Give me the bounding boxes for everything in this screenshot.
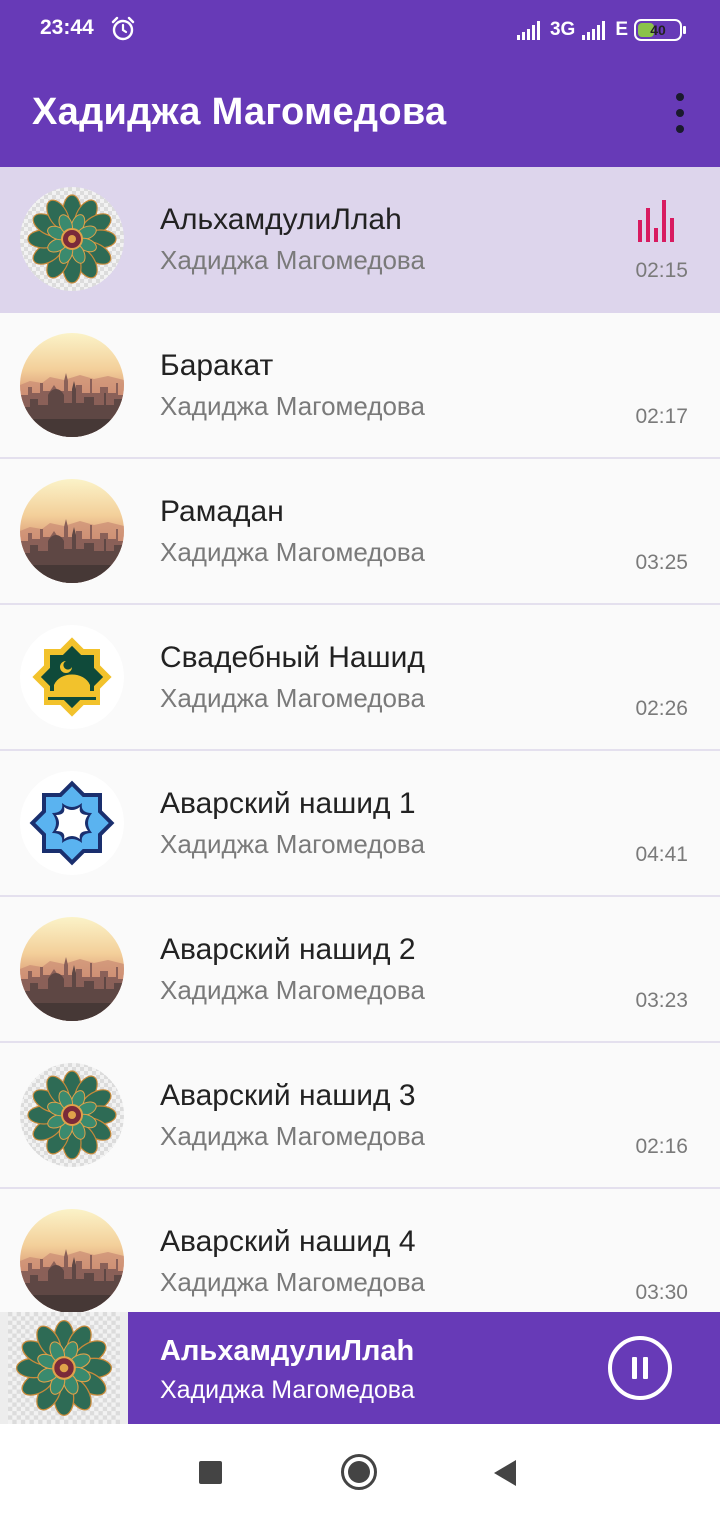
track-duration: 02:26 [635, 697, 688, 720]
track-title: Баракат [160, 349, 274, 382]
track-title: Аварский нашид 3 [160, 1079, 416, 1112]
alarm-icon [111, 16, 135, 41]
track-artwork [20, 625, 124, 729]
track-row[interactable]: Аварский нашид 4 Хадиджа Магомедова 03:30 [0, 1189, 720, 1312]
track-row[interactable]: Аварский нашид 2 Хадиджа Магомедова 03:23 [0, 897, 720, 1043]
top-bar-region: 23:44 3G E 40 Хадиджа Магомедова [0, 0, 720, 167]
pause-button[interactable] [608, 1336, 672, 1400]
system-navigation-bar [0, 1424, 720, 1520]
track-artist: Хадиджа Магомедова [160, 537, 425, 567]
track-row[interactable]: Рамадан Хадиджа Магомедова 03:25 [0, 459, 720, 605]
track-row[interactable]: Аварский нашид 1 Хадиджа Магомедова 04:41 [0, 751, 720, 897]
track-artwork [20, 333, 124, 437]
mini-player-artwork[interactable] [0, 1312, 128, 1424]
track-artwork [20, 187, 124, 291]
back-icon[interactable] [494, 1460, 516, 1486]
track-list[interactable]: АльхамдулиЛлаh Хадиджа Магомедова 02:15 Бар… [0, 167, 720, 1312]
status-time: 23:44 [40, 16, 94, 39]
track-artist: Хадиджа Магомедова [160, 829, 425, 859]
battery-icon: 40 [634, 19, 686, 41]
track-artwork [20, 479, 124, 583]
track-artist: Хадиджа Магомедова [160, 1121, 425, 1151]
recents-icon[interactable] [199, 1461, 222, 1484]
track-duration: 02:17 [635, 405, 688, 428]
track-row[interactable]: Аварский нашид 3 Хадиджа Магомедова 02:16 [0, 1043, 720, 1189]
network-type-label: E [615, 19, 628, 40]
track-artwork [20, 1209, 124, 1312]
home-icon[interactable] [341, 1454, 377, 1490]
track-duration: 02:16 [635, 1135, 688, 1158]
track-row[interactable]: Свадебный Нашид Хадиджа Магомедова 02:26 [0, 605, 720, 751]
track-artist: Хадиджа Магомедова [160, 1267, 425, 1297]
signal-icon [582, 21, 606, 40]
more-vert-icon[interactable] [670, 93, 690, 133]
track-title: Рамадан [160, 495, 284, 528]
track-artwork [20, 771, 124, 875]
status-indicators: 3G E 40 [516, 15, 686, 45]
network-type-label: 3G [549, 19, 576, 40]
app-bar: Хадиджа Магомедова [0, 60, 720, 167]
page-title: Хадиджа Магомедова [32, 91, 447, 133]
track-duration: 03:23 [635, 989, 688, 1012]
track-title: АльхамдулиЛлаh [160, 203, 402, 236]
mini-player[interactable]: АльхамдулиЛлаh Хадиджа Магомедова [0, 1312, 720, 1424]
equalizer-icon [638, 200, 674, 242]
status-bar: 23:44 3G E 40 [0, 0, 720, 60]
track-title: Аварский нашид 1 [160, 787, 416, 820]
track-title: Свадебный Нашид [160, 641, 425, 674]
track-artist: Хадиджа Магомедова [160, 391, 425, 421]
track-artwork [20, 917, 124, 1021]
track-artwork [20, 1063, 124, 1167]
track-duration: 02:15 [635, 259, 688, 282]
track-artist: Хадиджа Магомедова [160, 683, 425, 713]
mini-player-title: АльхамдулиЛлаh [160, 1335, 415, 1367]
track-artist: Хадиджа Магомедова [160, 975, 425, 1005]
pause-icon [632, 1357, 637, 1379]
track-duration: 04:41 [635, 843, 688, 866]
track-row[interactable]: АльхамдулиЛлаh Хадиджа Магомедова 02:15 [0, 167, 720, 313]
mini-player-artist: Хадиджа Магомедова [160, 1376, 415, 1404]
track-duration: 03:30 [635, 1281, 688, 1304]
battery-level: 40 [650, 22, 666, 38]
track-duration: 03:25 [635, 551, 688, 574]
track-artist: Хадиджа Магомедова [160, 245, 425, 275]
track-title: Аварский нашид 4 [160, 1225, 416, 1258]
signal-icon [516, 21, 540, 40]
track-title: Аварский нашид 2 [160, 933, 416, 966]
track-row[interactable]: Баракат Хадиджа Магомедова 02:17 [0, 313, 720, 459]
